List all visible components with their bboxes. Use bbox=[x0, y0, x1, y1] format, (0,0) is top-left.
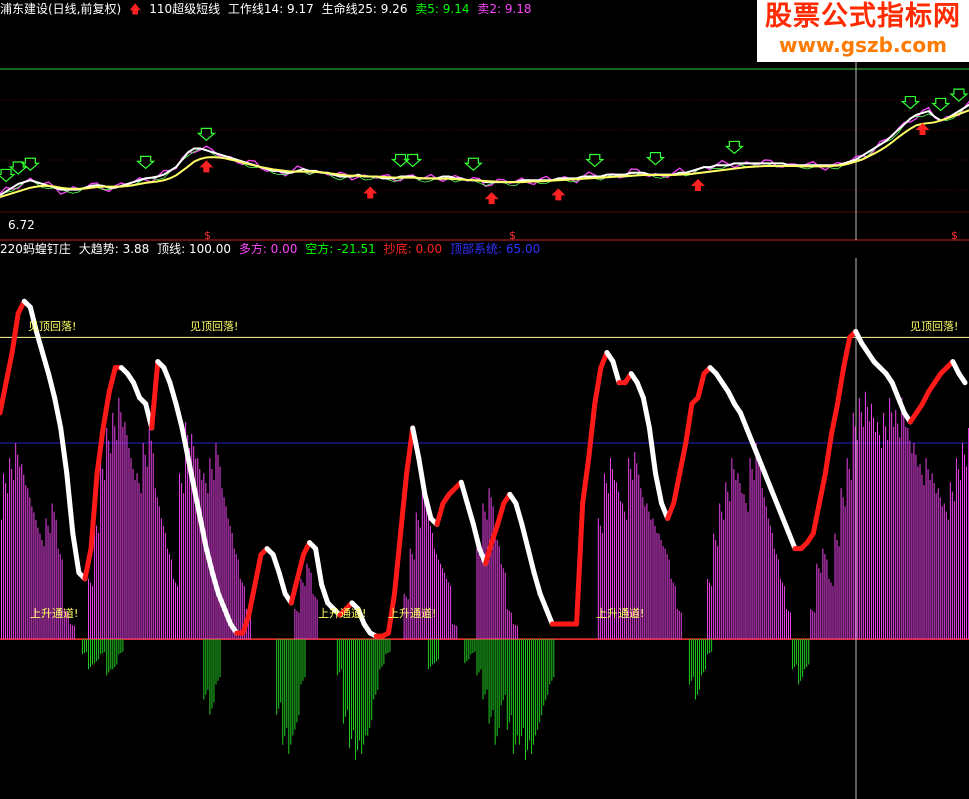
watermark-url: www.gszb.com bbox=[779, 33, 947, 57]
dollar-marker-1: $ bbox=[204, 229, 211, 242]
watermark-logo: 股票公式指标网 www.gszb.com bbox=[757, 0, 969, 62]
red-arrow-icon: 🡅 bbox=[129, 2, 142, 16]
price-low-label: 6.72 bbox=[8, 218, 35, 232]
bottom-item-1: 顶线: 100.00 bbox=[157, 242, 231, 256]
chart-canvas: 6.72 $ $ $ 见顶回落! 见顶回落! 见顶回落! 上升通道! 上升通道!… bbox=[0, 0, 969, 799]
top-item-2: 卖5: 9.14 bbox=[415, 2, 470, 16]
top-item-3: 卖2: 9.18 bbox=[477, 2, 532, 16]
annotation-up-3: 上升通道! bbox=[388, 606, 436, 620]
watermark-title: 股票公式指标网 bbox=[765, 1, 961, 32]
bottom-panel-header: 220蚂蝗钉庄 大趋势: 3.88 顶线: 100.00 多方: 0.00 空方… bbox=[0, 242, 544, 256]
annotation-up-2: 上升通道! bbox=[318, 606, 366, 620]
annotation-top-3: 见顶回落! bbox=[910, 320, 958, 333]
bottom-item-5: 顶部系统: 65.00 bbox=[450, 242, 541, 256]
annotation-top-1: 见顶回落! bbox=[28, 320, 76, 333]
bottom-item-4: 抄底: 0.00 bbox=[383, 242, 443, 256]
annotation-top-2: 见顶回落! bbox=[190, 320, 238, 333]
top-indicator-name: 110超级短线 bbox=[149, 2, 221, 16]
top-panel-header: 浦东建设(日线,前复权) 🡅 110超级短线 工作线14: 9.17 生命线25… bbox=[0, 2, 536, 16]
top-item-0: 工作线14: 9.17 bbox=[227, 2, 314, 16]
bottom-item-2: 多方: 0.00 bbox=[238, 242, 298, 256]
bottom-item-0: 大趋势: 3.88 bbox=[78, 242, 150, 256]
dollar-marker-3: $ bbox=[951, 229, 958, 242]
bottom-indicator-name: 220蚂蝗钉庄 bbox=[0, 242, 71, 256]
annotation-up-1: 上升通道! bbox=[30, 606, 78, 620]
bottom-item-3: 空方: -21.51 bbox=[305, 242, 376, 256]
annotation-up-4: 上升通道! bbox=[596, 606, 644, 620]
top-item-1: 生命线25: 9.26 bbox=[321, 2, 408, 16]
dollar-marker-2: $ bbox=[509, 229, 516, 242]
stock-name: 浦东建设(日线,前复权) bbox=[0, 2, 122, 16]
